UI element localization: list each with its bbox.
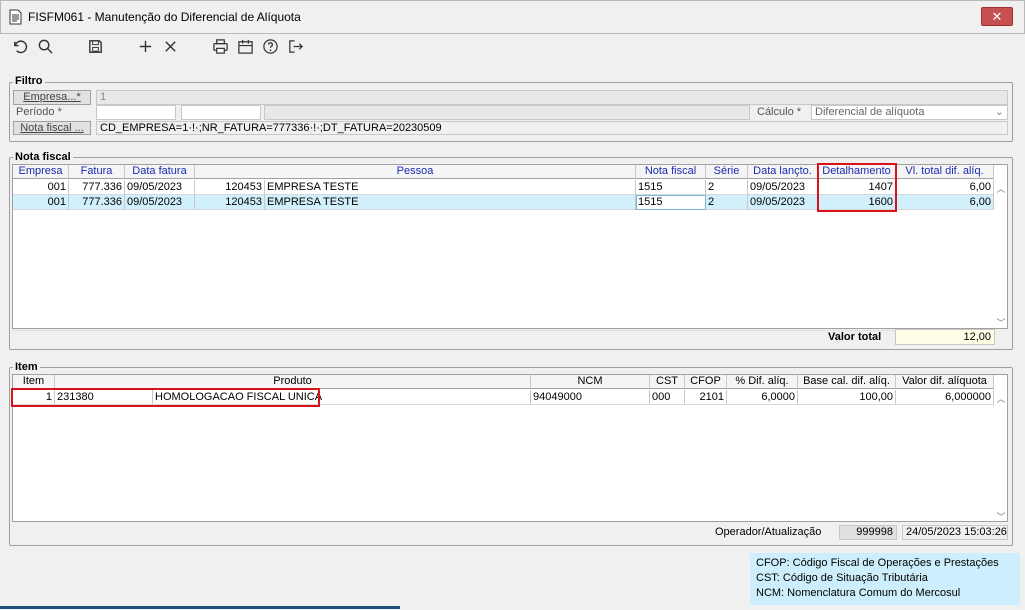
calendar-icon[interactable] bbox=[236, 37, 254, 55]
nota-fiscal-title: Nota fiscal bbox=[13, 151, 73, 163]
delete-icon[interactable] bbox=[161, 37, 179, 55]
nf-row2-pessoa-cod[interactable]: 120453 bbox=[195, 195, 265, 210]
nota-fiscal-filter-field[interactable]: CD_EMPRESA=1·!·;NR_FATURA=777336·!·;DT_F… bbox=[96, 121, 1008, 135]
close-button[interactable]: ✕ bbox=[981, 7, 1013, 26]
item-scroll-down-icon[interactable]: ﹀ bbox=[995, 510, 1007, 523]
item-row1-cfop[interactable]: 2101 bbox=[685, 390, 727, 405]
empresa-field[interactable]: 1 bbox=[96, 90, 1008, 105]
item-row1-produto-nome[interactable]: HOMOLOGACAO FISCAL UNICA bbox=[153, 390, 531, 405]
nf-row2-nota[interactable]: 1515 bbox=[636, 195, 706, 210]
col-perc-dif[interactable]: % Dif. alíq. bbox=[727, 375, 798, 389]
col-valor-dif[interactable]: Valor dif. alíquota bbox=[896, 375, 994, 389]
chevron-down-icon: ⌄ bbox=[994, 106, 1004, 118]
legend-ncm: NCM: Nomenclatura Comum do Mercosul bbox=[756, 587, 961, 599]
nota-fiscal-button[interactable]: Nota fiscal ... bbox=[13, 121, 91, 135]
item-row1-cst[interactable]: 000 bbox=[650, 390, 685, 405]
exit-icon[interactable] bbox=[286, 37, 304, 55]
periodo-spacer bbox=[264, 105, 750, 120]
col-pessoa[interactable]: Pessoa bbox=[195, 165, 636, 179]
item-row1-valor[interactable]: 6,000000 bbox=[896, 390, 994, 405]
nf-row1-pessoa-cod[interactable]: 120453 bbox=[195, 180, 265, 195]
nf-row2-detalhamento[interactable]: 1600 bbox=[818, 195, 896, 210]
col-base-calc[interactable]: Base cal. dif. alíq. bbox=[798, 375, 896, 389]
col-fatura[interactable]: Fatura bbox=[69, 165, 125, 179]
col-nota-fiscal[interactable]: Nota fiscal bbox=[636, 165, 706, 179]
col-vl-total[interactable]: Vl. total dif. alíq. bbox=[896, 165, 994, 179]
search-icon[interactable] bbox=[36, 37, 54, 55]
item-row1-ncm[interactable]: 94049000 bbox=[531, 390, 650, 405]
nf-row1-serie[interactable]: 2 bbox=[706, 180, 748, 195]
save-icon[interactable] bbox=[86, 37, 104, 55]
col-serie[interactable]: Série bbox=[706, 165, 748, 179]
legend-cfop: CFOP: Código Fiscal de Operações e Prest… bbox=[756, 557, 999, 569]
document-icon bbox=[9, 9, 22, 25]
nf-row1-detalhamento[interactable]: 1407 bbox=[818, 180, 896, 195]
atualizacao-field: 24/05/2023 15:03:26 bbox=[902, 525, 1008, 540]
nf-row1-data-lanc[interactable]: 09/05/2023 bbox=[748, 180, 818, 195]
scroll-up-icon[interactable]: ︿ bbox=[995, 182, 1007, 195]
empresa-button[interactable]: Empresa...* bbox=[13, 90, 91, 105]
item-title: Item bbox=[13, 361, 40, 373]
periodo-end-field[interactable] bbox=[181, 105, 261, 120]
col-detalhamento[interactable]: Detalhamento bbox=[818, 165, 896, 179]
nf-row2-vl-total[interactable]: 6,00 bbox=[896, 195, 994, 210]
nf-row2-pessoa-nome[interactable]: EMPRESA TESTE bbox=[265, 195, 636, 210]
scroll-down-icon[interactable]: ﹀ bbox=[995, 316, 1007, 329]
col-cst[interactable]: CST bbox=[650, 375, 685, 389]
nf-row2-serie[interactable]: 2 bbox=[706, 195, 748, 210]
nf-row1-pessoa-nome[interactable]: EMPRESA TESTE bbox=[265, 180, 636, 195]
nf-row1-empresa[interactable]: 001 bbox=[13, 180, 69, 195]
nf-row1-vl-total[interactable]: 6,00 bbox=[896, 180, 994, 195]
help-icon[interactable] bbox=[261, 37, 279, 55]
col-ncm[interactable]: NCM bbox=[531, 375, 650, 389]
col-empresa[interactable]: Empresa bbox=[13, 165, 69, 179]
window-title: FISFM061 - Manutenção do Diferencial de … bbox=[28, 10, 301, 24]
calculo-label: Cálculo * bbox=[757, 106, 802, 118]
nf-row2-empresa[interactable]: 001 bbox=[13, 195, 69, 210]
print-icon[interactable] bbox=[211, 37, 229, 55]
calculo-select[interactable]: Diferencial de alíquota ⌄ bbox=[811, 105, 1008, 120]
col-produto[interactable]: Produto bbox=[55, 375, 531, 389]
add-icon[interactable] bbox=[136, 37, 154, 55]
item-scroll-up-icon[interactable]: ︿ bbox=[995, 392, 1007, 405]
operador-label: Operador/Atualização bbox=[715, 526, 822, 538]
operador-field: 999998 bbox=[839, 525, 897, 540]
col-item[interactable]: Item bbox=[13, 375, 55, 389]
nf-row1-data-fatura[interactable]: 09/05/2023 bbox=[125, 180, 195, 195]
periodo-start-field[interactable] bbox=[96, 105, 176, 120]
col-data-fatura[interactable]: Data fatura bbox=[125, 165, 195, 179]
legend-panel: CFOP: Código Fiscal de Operações e Prest… bbox=[750, 553, 1020, 605]
col-data-lancto[interactable]: Data lançto. bbox=[748, 165, 818, 179]
filtro-title: Filtro bbox=[13, 75, 45, 87]
progress-strip bbox=[0, 606, 400, 609]
col-cfop[interactable]: CFOP bbox=[685, 375, 727, 389]
nf-row1-fatura[interactable]: 777.336 bbox=[69, 180, 125, 195]
nf-row2-fatura[interactable]: 777.336 bbox=[69, 195, 125, 210]
legend-cst: CST: Código de Situação Tributária bbox=[756, 572, 928, 584]
valor-total-label: Valor total bbox=[828, 331, 882, 343]
item-row1-perc[interactable]: 6,0000 bbox=[727, 390, 798, 405]
nf-row2-data-lanc[interactable]: 09/05/2023 bbox=[748, 195, 818, 210]
calculo-value: Diferencial de alíquota bbox=[815, 106, 925, 118]
valor-total-field: 12,00 bbox=[895, 329, 995, 345]
periodo-label: Período * bbox=[16, 106, 62, 118]
undo-icon[interactable] bbox=[10, 37, 28, 55]
nf-row1-nota[interactable]: 1515 bbox=[636, 180, 706, 195]
item-row1-produto-cod[interactable]: 231380 bbox=[55, 390, 153, 405]
item-row1-base[interactable]: 100,00 bbox=[798, 390, 896, 405]
item-row1-item[interactable]: 1 bbox=[13, 390, 55, 405]
nf-row2-data-fatura[interactable]: 09/05/2023 bbox=[125, 195, 195, 210]
